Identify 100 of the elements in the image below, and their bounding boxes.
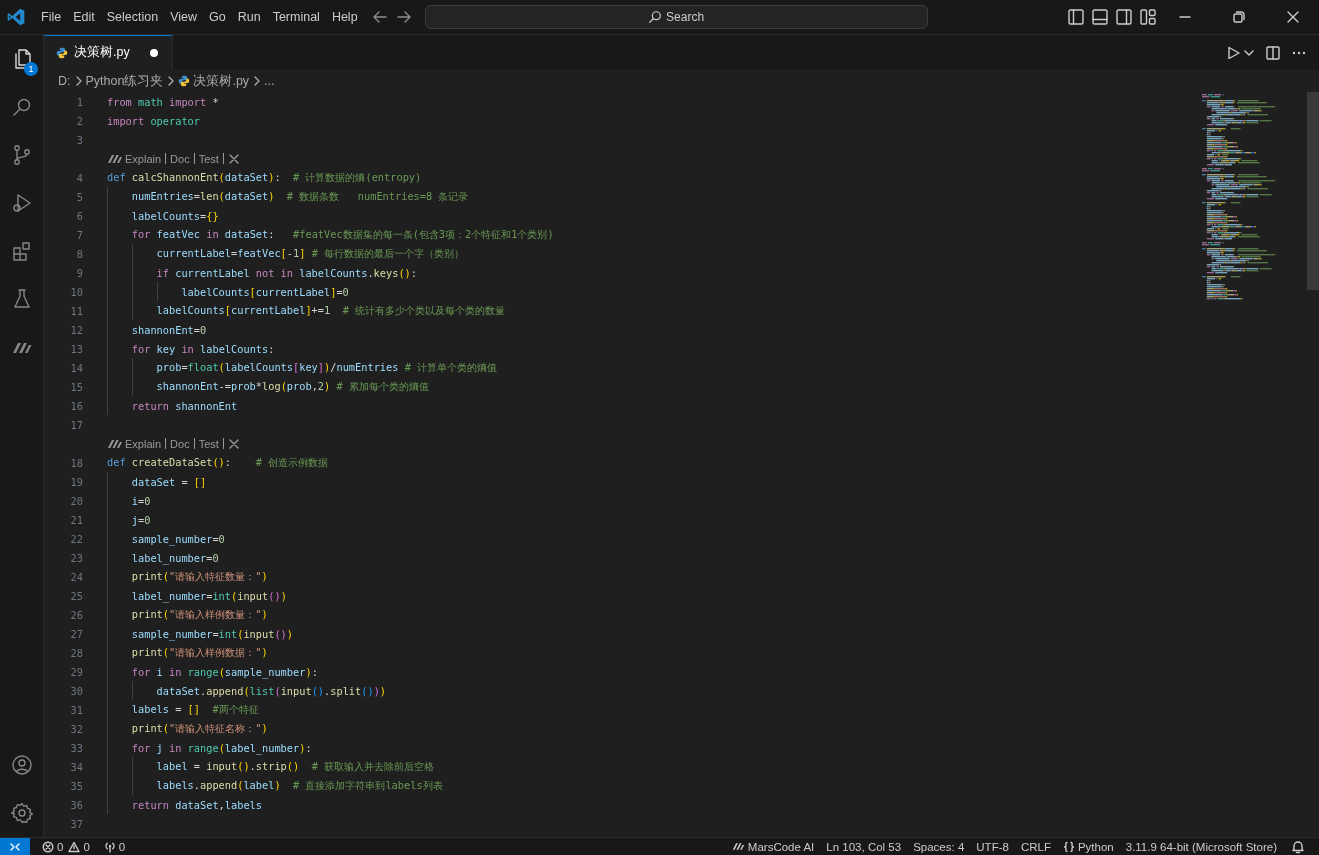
- line-number: 1: [75, 95, 83, 108]
- code-line: return dataSet,labels: [130, 798, 262, 811]
- codelens-link[interactable]: Doc: [170, 437, 190, 450]
- menu-item[interactable]: Go: [203, 8, 232, 26]
- line-number: 3: [75, 133, 83, 146]
- line-number: 29: [69, 665, 83, 678]
- line-number: 30: [69, 684, 83, 697]
- line-number: 35: [69, 779, 83, 792]
- codelens-link[interactable]: Doc: [170, 152, 190, 165]
- code-line: labelCounts[currentLabel]+=1 # 统计有多少个类以及每个类的数量: [155, 303, 506, 318]
- code-line: print("请输入样例数量："): [130, 607, 268, 622]
- status-label: Python: [1077, 840, 1114, 853]
- secondary-sidebar-toggle-icon[interactable]: [1115, 8, 1133, 26]
- code-line: print("请输入样例数据："): [130, 645, 268, 660]
- marscode-icon: [731, 840, 745, 853]
- close-icon[interactable]: [227, 437, 240, 450]
- broadcast-icon: [103, 840, 116, 853]
- code-line: currentLabel=featVec[-1] # 每行数据的最后一个字（类别）: [155, 246, 465, 261]
- marscode-status[interactable]: MarsCode AI: [725, 840, 821, 853]
- code-line: label_number=int(input()): [130, 589, 287, 602]
- codelens-link[interactable]: Test: [198, 152, 219, 165]
- breadcrumb-item[interactable]: ...: [264, 74, 275, 88]
- code-line: label_number=0: [130, 551, 219, 564]
- line-number: 19: [69, 475, 83, 488]
- menu-item[interactable]: Help: [325, 8, 364, 26]
- warning-count: 0: [83, 840, 90, 853]
- line-number: 16: [69, 399, 83, 412]
- codelens-link[interactable]: Explain: [125, 152, 162, 165]
- status-item[interactable]: CRLF: [1014, 840, 1057, 853]
- line-number: 9: [75, 266, 83, 279]
- line-number: 31: [69, 703, 83, 716]
- code-line: for j in range(label_number):: [130, 741, 312, 754]
- menu-item[interactable]: Selection: [100, 8, 165, 26]
- code-line: sample_number=0: [130, 532, 225, 545]
- line-number: 20: [69, 494, 83, 507]
- code-line: print("请输入特征名称："): [130, 721, 268, 736]
- code-line: shannonEnt-=prob*log(prob,2) # 累加每个类的熵值: [155, 379, 429, 394]
- scrollbar-thumb[interactable]: [1307, 92, 1319, 290]
- line-number: 32: [69, 722, 83, 735]
- line-number: 37: [69, 817, 83, 830]
- close-icon[interactable]: [1285, 9, 1301, 25]
- search-bar[interactable]: Search: [424, 5, 928, 29]
- code-line: labels.append(label) # 直接添加字符串到labels列表: [155, 778, 443, 793]
- remote-button[interactable]: [0, 838, 30, 855]
- error-count: 0: [57, 840, 64, 853]
- line-number: 13: [69, 342, 83, 355]
- status-item[interactable]: Spaces: 4: [907, 840, 971, 853]
- ports-indicator[interactable]: 0: [97, 840, 132, 853]
- breadcrumb-item[interactable]: D:: [58, 74, 71, 88]
- line-number: 22: [69, 532, 83, 545]
- status-item[interactable]: UTF-8: [970, 840, 1015, 853]
- language-mode[interactable]: Python: [1056, 840, 1120, 853]
- breadcrumb-item[interactable]: 决策树.py: [193, 72, 250, 90]
- run-icon[interactable]: [1225, 44, 1241, 61]
- menu-item[interactable]: File: [35, 8, 68, 26]
- code-line: label = input().strip() # 获取输入并去除前后空格: [155, 759, 435, 774]
- primary-sidebar-toggle-icon[interactable]: [1067, 8, 1085, 26]
- code-line: labelCounts={}: [130, 209, 219, 222]
- code-line: def createDataSet(): # 创造示例数据: [107, 455, 329, 470]
- error-icon: [42, 840, 54, 853]
- bell-icon[interactable]: [1291, 839, 1305, 854]
- menu-item[interactable]: Edit: [67, 8, 101, 26]
- codelens-link[interactable]: Explain: [125, 437, 162, 450]
- code-line: j=0: [130, 513, 151, 526]
- account-icon[interactable]: [9, 753, 34, 777]
- menu-item[interactable]: Terminal: [266, 8, 326, 26]
- customize-layout-icon[interactable]: [1139, 8, 1157, 26]
- settings-icon[interactable]: [9, 801, 34, 825]
- line-number: 15: [69, 380, 83, 393]
- line-number: 6: [75, 209, 83, 222]
- menu-item[interactable]: Run: [231, 8, 267, 26]
- status-item[interactable]: Ln 103, Col 53: [820, 840, 908, 853]
- status-item[interactable]: 3.11.9 64-bit (Microsoft Store): [1119, 840, 1283, 853]
- code-line: print("请输入特征数量："): [130, 569, 268, 584]
- restore-icon[interactable]: [1231, 9, 1247, 25]
- menu-item[interactable]: View: [164, 8, 203, 26]
- forward-arrow-icon[interactable]: [395, 9, 412, 25]
- line-number: 24: [69, 570, 83, 583]
- breadcrumb-item[interactable]: Python练习夹: [85, 72, 164, 90]
- unsaved-dot-icon[interactable]: [149, 48, 158, 57]
- line-number: 36: [69, 798, 83, 811]
- back-arrow-icon[interactable]: [371, 9, 388, 25]
- code-line: if currentLabel not in labelCounts.keys():: [155, 266, 418, 279]
- split-editor-icon[interactable]: [1265, 44, 1281, 61]
- codelens-link[interactable]: Test: [198, 437, 219, 450]
- panel-toggle-icon[interactable]: [1091, 8, 1109, 26]
- line-number: 10: [69, 285, 83, 298]
- status-label: MarsCode AI: [747, 840, 815, 853]
- editor-tab[interactable]: 决策树.py: [44, 35, 173, 70]
- code-line: shannonEnt=0: [130, 323, 207, 336]
- code-line: dataSet.append(list(input().split())): [155, 684, 387, 697]
- line-number: 8: [75, 247, 83, 260]
- close-icon[interactable]: [227, 152, 240, 165]
- line-number: 2: [75, 114, 83, 127]
- line-number: 26: [69, 608, 83, 621]
- code-line: for key in labelCounts:: [130, 342, 275, 355]
- search-icon: [648, 10, 663, 24]
- problems-indicator[interactable]: 0 0: [36, 840, 98, 853]
- code-line: labels = [] #两个特征: [130, 702, 259, 717]
- chevron-icon: [252, 75, 262, 87]
